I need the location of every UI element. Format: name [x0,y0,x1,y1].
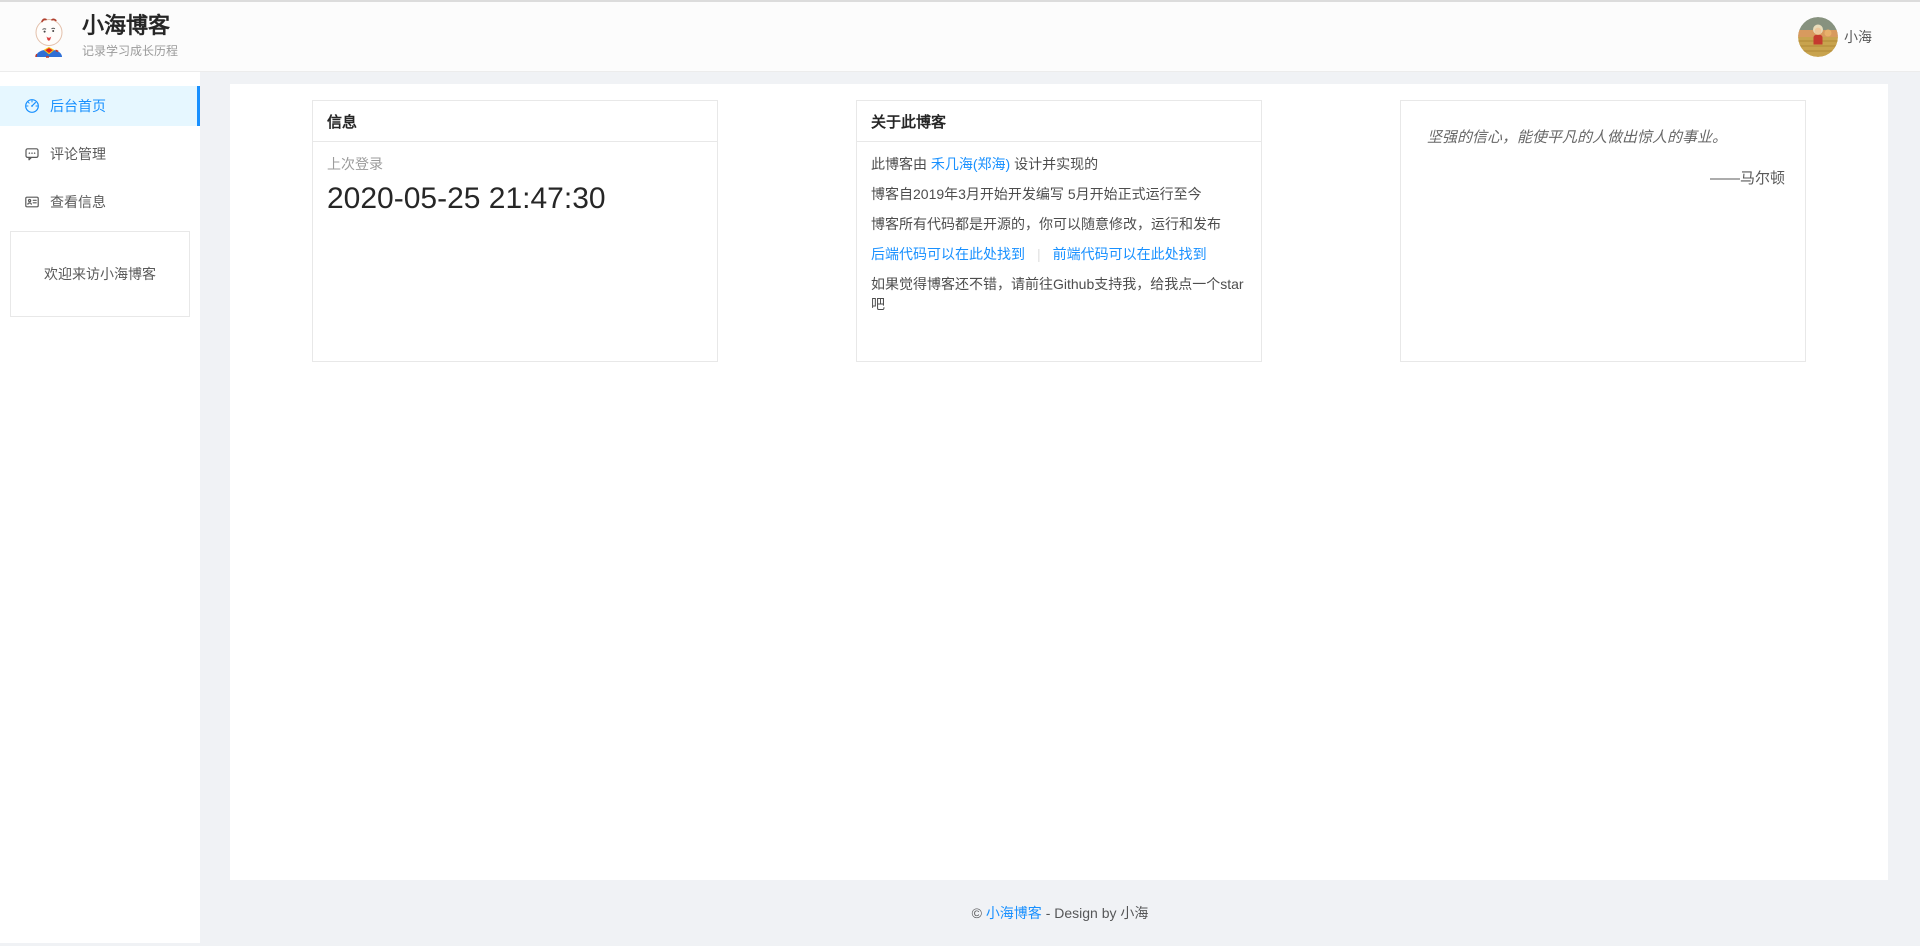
site-title-block: 小海博客 记录学习成长历程 [82,14,178,59]
footer-author: 小海 [1120,903,1148,923]
about-line-star: 如果觉得博客还不错，请前往Github支持我，给我点一个star吧 [871,274,1247,314]
sidebar: 后台首页 评论管理 查看信息 [0,72,200,943]
sidebar-item-dashboard[interactable]: 后台首页 [0,86,200,126]
idcard-icon [24,194,40,210]
card-quote: 坚强的信心，能使平凡的人做出惊人的事业。 ——马尔顿 [1400,100,1806,362]
last-login-value: 2020-05-25 21:47:30 [327,182,703,216]
comment-icon [24,146,40,162]
sidebar-item-label: 评论管理 [50,144,106,164]
dashboard-icon [24,98,40,114]
frontend-code-link[interactable]: 前端代码可以在此处找到 [1053,246,1207,262]
site-subtitle: 记录学习成长历程 [82,42,178,59]
card-about: 关于此博客 此博客由 禾几海(郑海) 设计并实现的 博客自2019年3月开始开发… [856,100,1262,362]
card-info: 信息 上次登录 2020-05-25 21:47:30 [312,100,718,362]
about-line-history: 博客自2019年3月开始开发编写 5月开始正式运行至今 [871,184,1247,204]
about-line-author: 此博客由 禾几海(郑海) 设计并实现的 [871,154,1247,174]
last-login-label: 上次登录 [327,154,703,174]
user-name: 小海 [1844,27,1872,47]
sidebar-item-label: 查看信息 [50,192,106,212]
about-line-code-links: 后端代码可以在此处找到 | 前端代码可以在此处找到 [871,244,1247,264]
about-line-opensource: 博客所有代码都是开源的，你可以随意修改，运行和发布 [871,214,1247,234]
blog-mascot-logo-icon [28,16,70,58]
app-header: 小海博客 记录学习成长历程 小海 [0,0,1920,72]
card-about-title: 关于此博客 [857,101,1261,142]
site-title: 小海博客 [82,14,178,38]
card-info-title: 信息 [313,101,717,142]
page-footer: © 小海博客 - Design by 小海 [200,880,1920,946]
cards-row: 信息 上次登录 2020-05-25 21:47:30 关于此博客 此博客由 禾… [312,100,1806,362]
sidebar-item-comments[interactable]: 评论管理 [0,134,200,174]
sidebar-item-profile[interactable]: 查看信息 [0,182,200,222]
footer-site-link[interactable]: 小海博客 [986,903,1042,923]
quote-text: 坚强的信心，能使平凡的人做出惊人的事业。 [1427,127,1785,149]
content-panel: 信息 上次登录 2020-05-25 21:47:30 关于此博客 此博客由 禾… [230,84,1888,880]
author-link[interactable]: 禾几海(郑海) [931,156,1010,172]
quote-author: ——马尔顿 [1427,167,1785,188]
welcome-box: 欢迎来访小海博客 [10,231,190,317]
welcome-text: 欢迎来访小海博客 [44,264,156,284]
about-author-suffix: 设计并实现的 [1010,156,1098,172]
card-info-body: 上次登录 2020-05-25 21:47:30 [313,142,717,228]
app-body: 后台首页 评论管理 查看信息 [0,72,1920,943]
sidebar-menu: 后台首页 评论管理 查看信息 [0,72,200,222]
logo[interactable]: 小海博客 记录学习成长历程 [28,14,178,59]
footer-middle-text: - Design by [1042,905,1121,921]
backend-code-link[interactable]: 后端代码可以在此处找到 [871,246,1025,262]
sidebar-item-label: 后台首页 [50,96,106,116]
link-divider: | [1037,246,1041,262]
main-area: 信息 上次登录 2020-05-25 21:47:30 关于此博客 此博客由 禾… [200,72,1920,943]
about-author-prefix: 此博客由 [871,156,931,172]
card-about-body: 此博客由 禾几海(郑海) 设计并实现的 博客自2019年3月开始开发编写 5月开… [857,142,1261,336]
footer-copyright: © [972,905,986,921]
user-avatar-icon [1798,17,1838,57]
user-menu[interactable]: 小海 [1798,17,1872,57]
